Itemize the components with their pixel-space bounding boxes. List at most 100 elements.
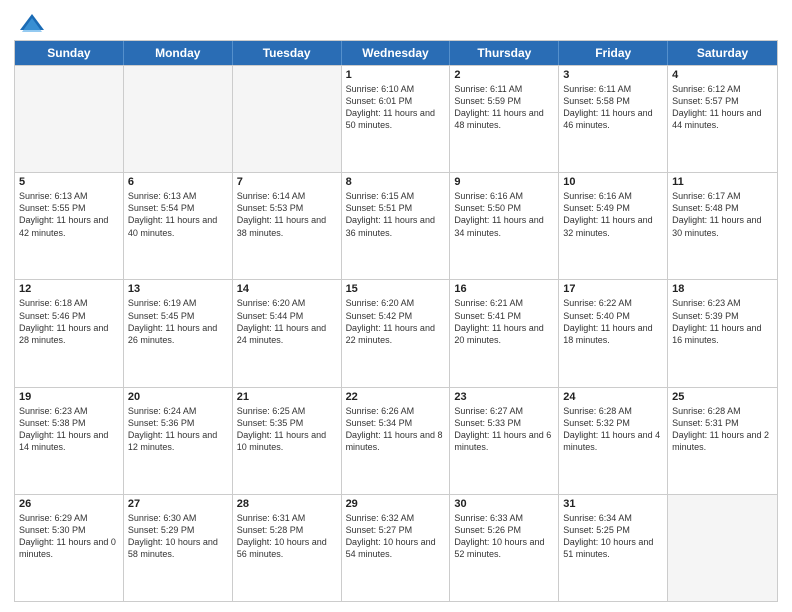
calendar-day-26: 26Sunrise: 6:29 AM Sunset: 5:30 PM Dayli… bbox=[15, 495, 124, 601]
day-info: Sunrise: 6:32 AM Sunset: 5:27 PM Dayligh… bbox=[346, 512, 446, 561]
calendar-week-3: 12 Sunrise: 6:18 AM Sunset: 5:46 PM Dayli… bbox=[15, 279, 777, 386]
calendar-day-1: 1Sunrise: 6:10 AM Sunset: 6:01 PM Daylig… bbox=[342, 66, 451, 172]
day-number: 7 bbox=[237, 176, 337, 188]
day-info: Sunrise: 6:28 AM Sunset: 5:32 PM Dayligh… bbox=[563, 405, 663, 454]
calendar-day-11: 11Sunrise: 6:17 AM Sunset: 5:48 PM Dayli… bbox=[668, 173, 777, 279]
calendar-day-28: 28 Sunrise: 6:31 AM Sunset: 5:28 PM Dayli… bbox=[233, 495, 342, 601]
day-info: Sunrise: 6:11 AM Sunset: 5:58 PM Dayligh… bbox=[563, 83, 663, 132]
day-info: Sunrise: 6:11 AM Sunset: 5:59 PM Dayligh… bbox=[454, 83, 554, 132]
weekday-header-tuesday: Tuesday bbox=[233, 41, 342, 65]
calendar-day-29: 29 Sunrise: 6:32 AM Sunset: 5:27 PM Dayli… bbox=[342, 495, 451, 601]
day-number: 24 bbox=[563, 391, 663, 403]
weekday-header-saturday: Saturday bbox=[668, 41, 777, 65]
day-info: Sunrise: 6:31 AM Sunset: 5:28 PM Dayligh… bbox=[237, 512, 337, 561]
calendar-day-31: 31 Sunrise: 6:34 AM Sunset: 5:25 PM Dayli… bbox=[559, 495, 668, 601]
day-number: 22 bbox=[346, 391, 446, 403]
day-number: 8 bbox=[346, 176, 446, 188]
logo bbox=[14, 10, 46, 34]
calendar-day-3: 3 Sunrise: 6:11 AM Sunset: 5:58 PM Daylig… bbox=[559, 66, 668, 172]
day-number: 11 bbox=[672, 176, 773, 188]
day-number: 29 bbox=[346, 498, 446, 510]
calendar-day-13: 13 Sunrise: 6:19 AM Sunset: 5:45 PM Dayli… bbox=[124, 280, 233, 386]
day-number: 31 bbox=[563, 498, 663, 510]
day-info: Sunrise: 6:24 AM Sunset: 5:36 PM Dayligh… bbox=[128, 405, 228, 454]
day-info: Sunrise: 6:12 AM Sunset: 5:57 PM Dayligh… bbox=[672, 83, 773, 132]
day-number: 12 bbox=[19, 283, 119, 295]
weekday-header-thursday: Thursday bbox=[450, 41, 559, 65]
day-number: 4 bbox=[672, 69, 773, 81]
calendar-day-8: 8 Sunrise: 6:15 AM Sunset: 5:51 PM Daylig… bbox=[342, 173, 451, 279]
day-number: 6 bbox=[128, 176, 228, 188]
day-number: 10 bbox=[563, 176, 663, 188]
calendar-day-30: 30Sunrise: 6:33 AM Sunset: 5:26 PM Dayli… bbox=[450, 495, 559, 601]
day-info: Sunrise: 6:30 AM Sunset: 5:29 PM Dayligh… bbox=[128, 512, 228, 561]
calendar-day-19: 19 Sunrise: 6:23 AM Sunset: 5:38 PM Dayli… bbox=[15, 388, 124, 494]
calendar-page: SundayMondayTuesdayWednesdayThursdayFrid… bbox=[0, 0, 792, 612]
calendar-header-row: SundayMondayTuesdayWednesdayThursdayFrid… bbox=[15, 41, 777, 65]
day-number: 21 bbox=[237, 391, 337, 403]
day-number: 15 bbox=[346, 283, 446, 295]
calendar-week-1: 1Sunrise: 6:10 AM Sunset: 6:01 PM Daylig… bbox=[15, 65, 777, 172]
calendar-week-2: 5Sunrise: 6:13 AM Sunset: 5:55 PM Daylig… bbox=[15, 172, 777, 279]
calendar-day-15: 15 Sunrise: 6:20 AM Sunset: 5:42 PM Dayli… bbox=[342, 280, 451, 386]
day-info: Sunrise: 6:10 AM Sunset: 6:01 PM Dayligh… bbox=[346, 83, 446, 132]
day-number: 28 bbox=[237, 498, 337, 510]
page-header bbox=[14, 10, 778, 34]
calendar-body: 1Sunrise: 6:10 AM Sunset: 6:01 PM Daylig… bbox=[15, 65, 777, 601]
logo-icon bbox=[18, 10, 46, 38]
calendar-cell-empty bbox=[15, 66, 124, 172]
calendar-day-17: 17Sunrise: 6:22 AM Sunset: 5:40 PM Dayli… bbox=[559, 280, 668, 386]
day-info: Sunrise: 6:20 AM Sunset: 5:44 PM Dayligh… bbox=[237, 297, 337, 346]
day-number: 5 bbox=[19, 176, 119, 188]
calendar-day-18: 18Sunrise: 6:23 AM Sunset: 5:39 PM Dayli… bbox=[668, 280, 777, 386]
calendar-day-9: 9 Sunrise: 6:16 AM Sunset: 5:50 PM Daylig… bbox=[450, 173, 559, 279]
day-info: Sunrise: 6:16 AM Sunset: 5:49 PM Dayligh… bbox=[563, 190, 663, 239]
calendar-cell-empty bbox=[668, 495, 777, 601]
day-info: Sunrise: 6:28 AM Sunset: 5:31 PM Dayligh… bbox=[672, 405, 773, 454]
calendar-day-7: 7 Sunrise: 6:14 AM Sunset: 5:53 PM Daylig… bbox=[233, 173, 342, 279]
calendar-cell-empty bbox=[233, 66, 342, 172]
day-info: Sunrise: 6:15 AM Sunset: 5:51 PM Dayligh… bbox=[346, 190, 446, 239]
calendar-day-6: 6 Sunrise: 6:13 AM Sunset: 5:54 PM Daylig… bbox=[124, 173, 233, 279]
day-info: Sunrise: 6:13 AM Sunset: 5:54 PM Dayligh… bbox=[128, 190, 228, 239]
day-number: 16 bbox=[454, 283, 554, 295]
calendar-day-16: 16 Sunrise: 6:21 AM Sunset: 5:41 PM Dayli… bbox=[450, 280, 559, 386]
calendar-day-5: 5Sunrise: 6:13 AM Sunset: 5:55 PM Daylig… bbox=[15, 173, 124, 279]
day-number: 20 bbox=[128, 391, 228, 403]
calendar-day-14: 14Sunrise: 6:20 AM Sunset: 5:44 PM Dayli… bbox=[233, 280, 342, 386]
day-number: 19 bbox=[19, 391, 119, 403]
day-number: 9 bbox=[454, 176, 554, 188]
day-number: 17 bbox=[563, 283, 663, 295]
day-info: Sunrise: 6:20 AM Sunset: 5:42 PM Dayligh… bbox=[346, 297, 446, 346]
day-number: 27 bbox=[128, 498, 228, 510]
calendar-day-22: 22 Sunrise: 6:26 AM Sunset: 5:34 PM Dayli… bbox=[342, 388, 451, 494]
calendar-day-21: 21 Sunrise: 6:25 AM Sunset: 5:35 PM Dayli… bbox=[233, 388, 342, 494]
day-number: 18 bbox=[672, 283, 773, 295]
day-number: 25 bbox=[672, 391, 773, 403]
calendar-day-10: 10 Sunrise: 6:16 AM Sunset: 5:49 PM Dayli… bbox=[559, 173, 668, 279]
calendar-week-5: 26Sunrise: 6:29 AM Sunset: 5:30 PM Dayli… bbox=[15, 494, 777, 601]
day-info: Sunrise: 6:26 AM Sunset: 5:34 PM Dayligh… bbox=[346, 405, 446, 454]
calendar-day-23: 23Sunrise: 6:27 AM Sunset: 5:33 PM Dayli… bbox=[450, 388, 559, 494]
calendar-cell-empty bbox=[124, 66, 233, 172]
calendar-week-4: 19 Sunrise: 6:23 AM Sunset: 5:38 PM Dayli… bbox=[15, 387, 777, 494]
day-number: 13 bbox=[128, 283, 228, 295]
day-number: 3 bbox=[563, 69, 663, 81]
weekday-header-friday: Friday bbox=[559, 41, 668, 65]
day-info: Sunrise: 6:34 AM Sunset: 5:25 PM Dayligh… bbox=[563, 512, 663, 561]
day-info: Sunrise: 6:16 AM Sunset: 5:50 PM Dayligh… bbox=[454, 190, 554, 239]
day-info: Sunrise: 6:23 AM Sunset: 5:38 PM Dayligh… bbox=[19, 405, 119, 454]
calendar-day-12: 12 Sunrise: 6:18 AM Sunset: 5:46 PM Dayli… bbox=[15, 280, 124, 386]
weekday-header-monday: Monday bbox=[124, 41, 233, 65]
day-info: Sunrise: 6:14 AM Sunset: 5:53 PM Dayligh… bbox=[237, 190, 337, 239]
day-info: Sunrise: 6:19 AM Sunset: 5:45 PM Dayligh… bbox=[128, 297, 228, 346]
calendar: SundayMondayTuesdayWednesdayThursdayFrid… bbox=[14, 40, 778, 602]
day-number: 2 bbox=[454, 69, 554, 81]
day-info: Sunrise: 6:21 AM Sunset: 5:41 PM Dayligh… bbox=[454, 297, 554, 346]
calendar-day-24: 24 Sunrise: 6:28 AM Sunset: 5:32 PM Dayli… bbox=[559, 388, 668, 494]
day-info: Sunrise: 6:18 AM Sunset: 5:46 PM Dayligh… bbox=[19, 297, 119, 346]
day-info: Sunrise: 6:25 AM Sunset: 5:35 PM Dayligh… bbox=[237, 405, 337, 454]
weekday-header-sunday: Sunday bbox=[15, 41, 124, 65]
day-number: 30 bbox=[454, 498, 554, 510]
day-info: Sunrise: 6:29 AM Sunset: 5:30 PM Dayligh… bbox=[19, 512, 119, 561]
